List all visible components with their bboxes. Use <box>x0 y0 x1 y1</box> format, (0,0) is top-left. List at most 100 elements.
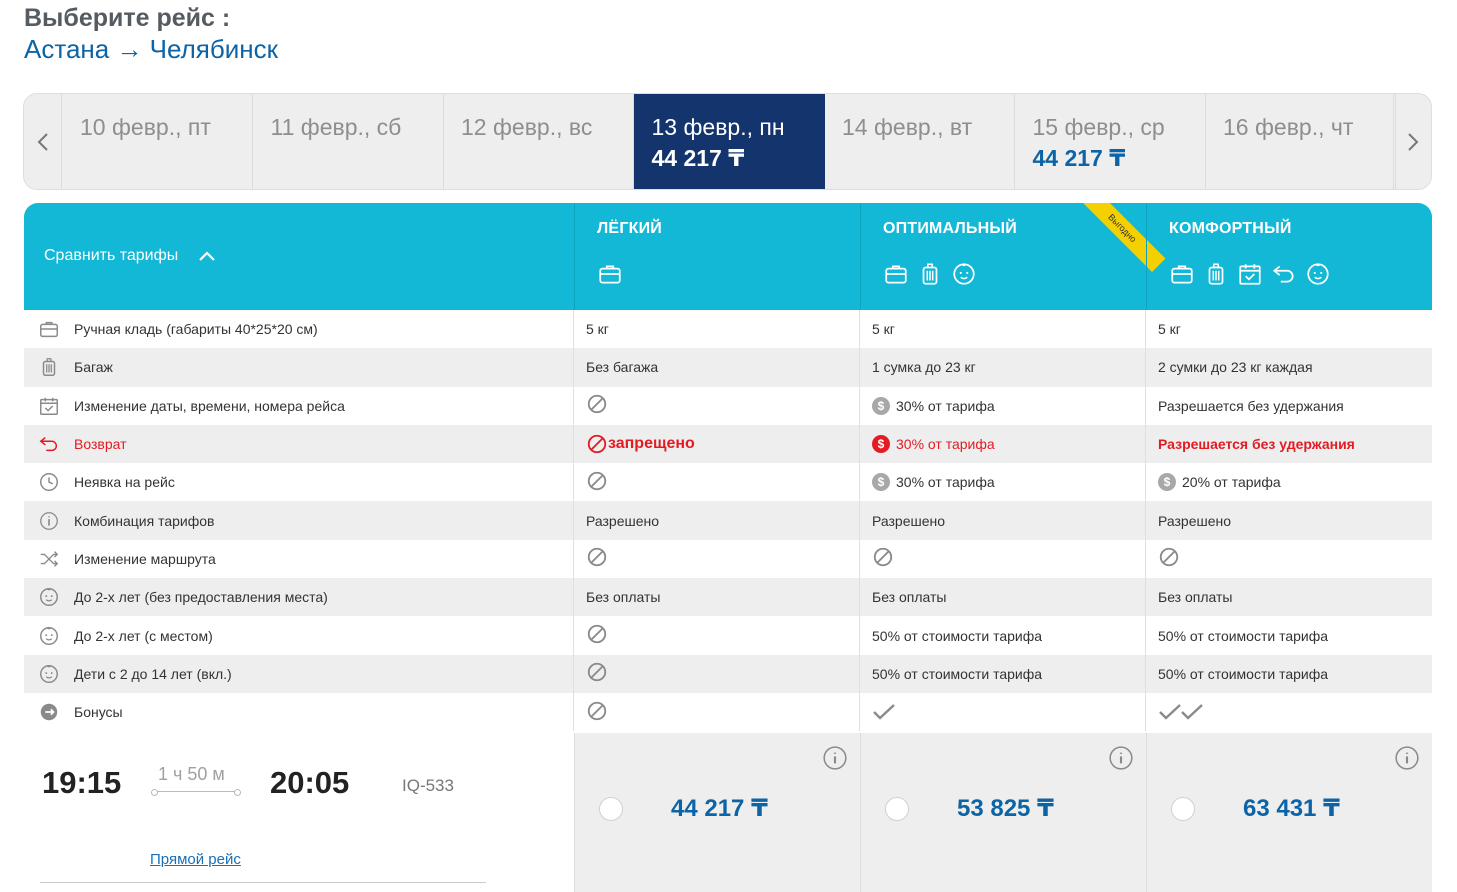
date-label: 16 февр., чт <box>1223 114 1354 140</box>
fare-cell: $20% от тарифа <box>1146 463 1432 501</box>
cell-value: Без оплаты <box>872 589 947 606</box>
fare-cell <box>574 386 860 425</box>
cell-value: 2 сумки до 23 кг каждая <box>1158 359 1313 376</box>
duration-line <box>151 789 241 796</box>
fare-cell: Без оплаты <box>860 578 1146 617</box>
cell-value: запрещено <box>608 435 695 453</box>
date-label: 10 февр., пт <box>80 114 211 140</box>
fare-cell: Разрешено <box>860 501 1146 540</box>
row-label-text: Изменение маршрута <box>74 550 216 567</box>
briefcase-icon <box>1169 261 1195 292</box>
direct-flight-link[interactable]: Прямой рейс <box>150 851 241 868</box>
table-row: Бонусы <box>24 692 1432 732</box>
fare-name: ЛЁГКИЙ <box>597 220 662 237</box>
info-icon[interactable] <box>822 745 848 776</box>
fare-cell: Без оплаты <box>1146 578 1432 616</box>
cell-value: 30% от тарифа <box>896 397 995 414</box>
fare-icons <box>1169 261 1432 291</box>
date-option[interactable]: 15 февр., ср 44 217 ₸ <box>1015 94 1206 189</box>
date-option[interactable]: 11 февр., сб <box>253 94 444 189</box>
date-price: 44 217 ₸ <box>651 145 745 171</box>
row-label-text: Багаж <box>74 359 113 376</box>
fee-icon: $ <box>872 396 890 415</box>
prev-dates-button[interactable] <box>24 94 62 189</box>
not-allowed-icon <box>586 546 608 571</box>
fare-radio[interactable] <box>599 797 623 821</box>
fare-cell <box>1146 693 1432 731</box>
calendar-icon <box>1237 261 1263 292</box>
not-allowed-icon <box>586 470 608 495</box>
compare-fares-label: Сравнить тарифы <box>44 247 179 264</box>
arrival-time: 20:05 <box>270 765 350 800</box>
flight-number: IQ-533 <box>402 776 454 795</box>
fare-price: 63 431 ₸ <box>1243 795 1340 822</box>
fare-cell: $30% от тарифа <box>860 386 1146 425</box>
table-row: Изменение даты, времени, номера рейса $30… <box>24 386 1432 425</box>
fare-cell <box>574 692 860 732</box>
date-option[interactable]: 14 февр., вт <box>824 94 1015 189</box>
table-row: Багаж Без багажа 1 сумка до 23 кг 2 сумки д… <box>24 348 1432 387</box>
fare-cell <box>574 539 860 579</box>
fare-cell: Разрешается без удержания <box>1146 425 1432 463</box>
next-dates-button[interactable] <box>1393 94 1431 189</box>
fare-price: 53 825 ₸ <box>957 795 1054 822</box>
bonus-icon <box>36 701 62 723</box>
cell-value: Разрешено <box>1158 512 1232 529</box>
row-label-text: Неявка на рейс <box>74 474 175 491</box>
fare-cell: 5 кг <box>574 310 860 349</box>
fare-column-header: ОПТИМАЛЬНЫЙ Выгодно <box>860 203 1166 310</box>
fare-price-option[interactable]: 53 825 ₸ <box>860 733 1146 892</box>
cell-value: 5 кг <box>586 321 609 338</box>
fare-cell <box>860 692 1146 732</box>
date-price: 44 217 ₸ <box>1032 145 1126 171</box>
fare-cell: Разрешается без удержания <box>1146 387 1432 425</box>
table-row: Ручная кладь (габариты 40*25*20 см) 5 кг 5… <box>24 310 1432 349</box>
fare-cell: 50% от стоимости тарифа <box>1146 616 1432 654</box>
chevron-up-icon <box>199 251 216 261</box>
fare-radio[interactable] <box>885 797 909 821</box>
date-label: 15 февр., ср <box>1032 114 1165 140</box>
date-option[interactable]: 12 февр., вс <box>443 94 634 189</box>
cell-value: Без оплаты <box>1158 589 1233 606</box>
cell-value: Разрешено <box>586 512 660 529</box>
cell-value: Разрешается без удержания <box>1158 397 1344 414</box>
date-label: 13 февр., пн <box>651 114 785 140</box>
cell-value: 1 сумка до 23 кг <box>872 359 976 376</box>
cell-value: 50% от стоимости тарифа <box>872 627 1043 644</box>
info-icon[interactable] <box>1394 745 1420 776</box>
fare-cell: Разрешено <box>574 501 860 540</box>
cell-value: 50% от стоимости тарифа <box>872 665 1043 682</box>
fare-cell <box>860 539 1146 579</box>
page-heading: Выберите рейс : Астана → Челябинск <box>24 4 278 64</box>
row-label: Ручная кладь (габариты 40*25*20 см) <box>24 310 574 349</box>
date-option[interactable]: 16 февр., чт <box>1205 94 1396 189</box>
info-icon[interactable] <box>1108 745 1134 776</box>
baby-icon <box>1305 261 1331 292</box>
fare-radio[interactable] <box>1171 797 1195 821</box>
cell-value: 5 кг <box>1158 321 1181 338</box>
cell-value: 30% от тарифа <box>896 474 995 491</box>
row-label: Возврат <box>24 424 574 464</box>
compare-fares-toggle[interactable]: Сравнить тарифы <box>44 247 216 265</box>
luggage-icon <box>36 356 62 378</box>
row-label: Изменение даты, времени, номера рейса <box>24 386 574 425</box>
fare-cell: Без багажа <box>574 348 860 387</box>
table-row: Возврат запрещено $30% от тарифа Разрешаетс… <box>24 424 1432 464</box>
cell-value: 50% от стоимости тарифа <box>1158 665 1329 682</box>
row-label-text: Бонусы <box>74 704 123 721</box>
flight-option: 19:15 1 ч 50 м 20:05 IQ-533 Прямой рейс … <box>24 733 1432 892</box>
luggage-icon <box>917 261 943 292</box>
row-label: Изменение маршрута <box>24 539 574 579</box>
row-label: Бонусы <box>24 692 574 732</box>
row-label: Багаж <box>24 348 574 387</box>
date-option[interactable]: 13 февр., пн 44 217 ₸ <box>633 94 825 189</box>
fare-comparison-header: Сравнить тарифы ЛЁГКИЙ ОПТИМАЛЬНЫЙ Выгодно… <box>24 203 1432 310</box>
row-label-text: До 2-х лет (с местом) <box>74 627 213 644</box>
not-allowed-icon <box>1158 546 1180 571</box>
fare-price-option[interactable]: 63 431 ₸ <box>1146 733 1432 892</box>
shuffle-icon <box>36 548 62 570</box>
fare-cell: 5 кг <box>1146 310 1432 348</box>
row-label-text: Дети с 2 до 14 лет (вкл.) <box>74 665 232 682</box>
date-option[interactable]: 10 февр., пт <box>62 94 253 189</box>
fare-price-option[interactable]: 44 217 ₸ <box>574 733 860 892</box>
